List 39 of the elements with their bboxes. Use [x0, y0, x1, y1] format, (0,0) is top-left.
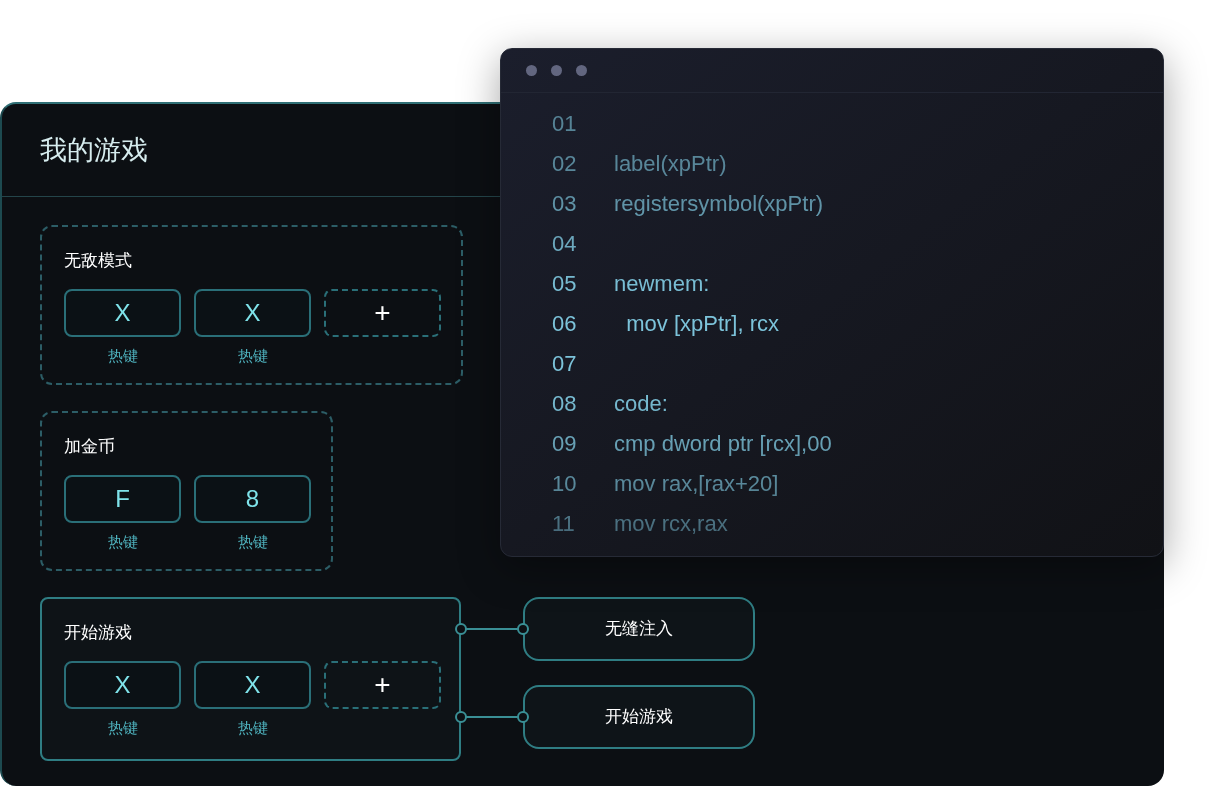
hotkey-caption: 热键 — [107, 532, 138, 552]
group-title: 无敌模式 — [64, 250, 133, 272]
hotkey-button[interactable]: 8 — [194, 475, 311, 523]
add-hotkey-button[interactable]: + — [324, 289, 441, 337]
action-node[interactable]: 开始游戏 — [523, 685, 755, 749]
line-number: 06 — [552, 309, 578, 338]
hotkey-caption: 热键 — [237, 532, 268, 552]
line-number: 08 — [552, 389, 578, 418]
line-number: 11 — [552, 509, 576, 538]
code-line: code: — [614, 389, 668, 418]
code-line: cmp dword ptr [rcx],00 — [614, 429, 832, 458]
hotkey-button[interactable]: X — [64, 289, 181, 337]
add-hotkey-button[interactable]: + — [324, 661, 441, 709]
hotkey-caption: 热键 — [107, 346, 138, 366]
code-line: mov rcx,rax — [614, 509, 728, 538]
line-number: 04 — [552, 229, 578, 258]
hotkey-button[interactable]: X — [64, 661, 181, 709]
hotkey-caption: 热键 — [237, 718, 268, 738]
hotkey-button[interactable]: F — [64, 475, 181, 523]
code-line: mov rax,[rax+20] — [614, 469, 779, 498]
group-title: 开始游戏 — [64, 622, 133, 644]
code-line: registersymbol(xpPtr) — [614, 189, 824, 218]
hotkey-caption: 热键 — [107, 718, 138, 738]
hotkey-button[interactable]: X — [194, 661, 311, 709]
panel-title: 我的游戏 — [40, 133, 148, 167]
code-line: label(xpPtr) — [614, 149, 727, 178]
line-number: 05 — [552, 269, 578, 298]
hotkey-button[interactable]: X — [194, 289, 311, 337]
line-number: 10 — [552, 469, 578, 498]
line-number: 09 — [552, 429, 578, 458]
action-node[interactable]: 无缝注入 — [523, 597, 755, 661]
hotkey-caption: 热键 — [237, 346, 268, 366]
group-title: 加金币 — [64, 436, 116, 458]
line-number: 07 — [552, 349, 578, 378]
line-number: 01 — [552, 109, 578, 138]
line-number: 02 — [552, 149, 578, 178]
line-number: 03 — [552, 189, 578, 218]
code-line: mov [xpPtr], rcx — [625, 309, 780, 338]
code-line: newmem: — [614, 269, 710, 298]
